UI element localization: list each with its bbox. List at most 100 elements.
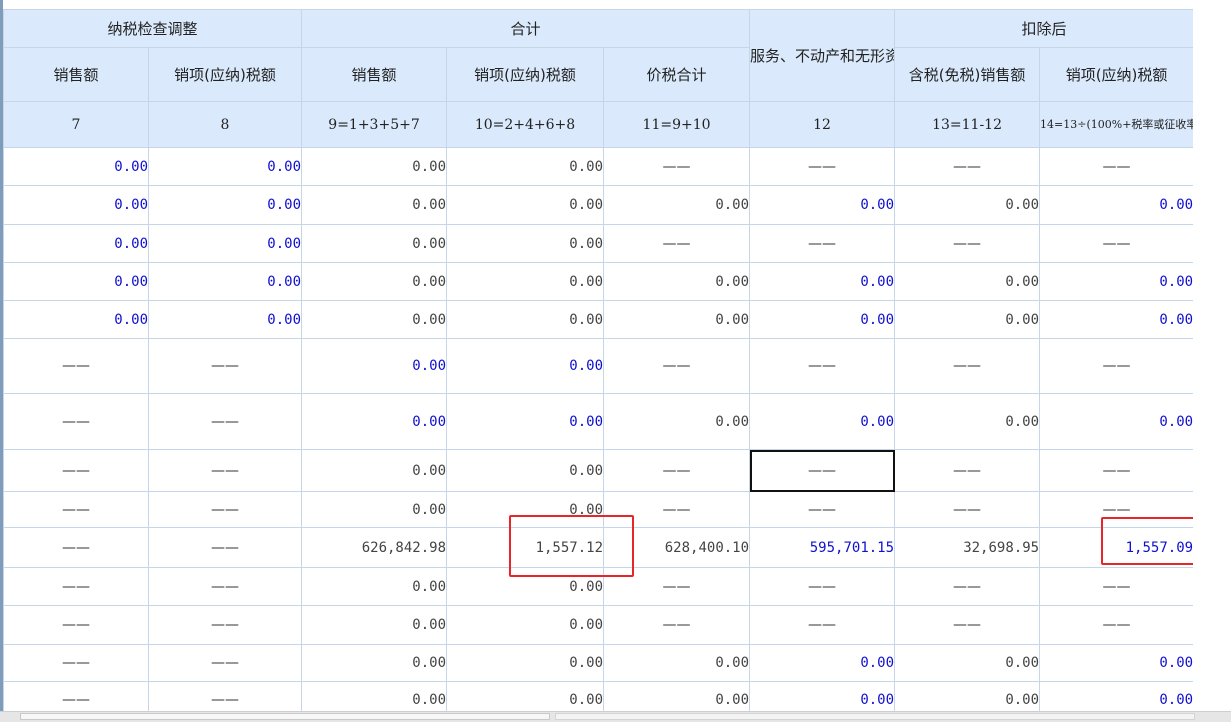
cell-row10-col8: —— <box>147 527 303 568</box>
cell-row6-col8: —— <box>147 338 303 394</box>
table-row: 0.00 0.00 0.00 0.00 0.00 0.00 0.00 0.00 <box>3 300 1195 339</box>
cell-row7-col14[interactable]: 0.00 <box>1039 393 1195 450</box>
cell-row5-col12[interactable]: 0.00 <box>749 300 896 339</box>
horizontal-scrollbar-thumb[interactable] <box>555 713 1195 720</box>
table-row: 0.00 0.00 0.00 0.00 0.00 0.00 0.00 0.00 <box>3 185 1195 225</box>
cell-row4-col13: 0.00 <box>894 262 1041 301</box>
cell-row2-col13: 0.00 <box>894 185 1041 225</box>
col-header-output-tax-8: 销项(应纳)税额 <box>147 47 303 102</box>
cell-row9-col14: —— <box>1039 491 1195 528</box>
cell-row3-col8[interactable]: 0.00 <box>147 224 303 263</box>
cell-row6-col7: —— <box>3 338 149 394</box>
cell-row12-col8: —— <box>147 605 303 645</box>
cell-row5-col14[interactable]: 0.00 <box>1039 300 1195 339</box>
cell-row2-col10: 0.00 <box>446 185 605 225</box>
cell-row3-col10: 0.00 <box>446 224 605 263</box>
cell-row5-col11: 0.00 <box>603 300 751 339</box>
cell-row12-col14: —— <box>1039 605 1195 645</box>
table-row: —— —— 0.00 0.00 —— —— —— —— <box>3 567 1195 606</box>
cell-row2-col9: 0.00 <box>301 185 448 225</box>
cell-row2-col11: 0.00 <box>603 185 751 225</box>
cell-row6-col10[interactable]: 0.00 <box>446 338 605 394</box>
cell-row4-col10: 0.00 <box>446 262 605 301</box>
cell-row13-col14[interactable]: 0.00 <box>1039 644 1195 682</box>
col-header-taxincl-sales-13: 含税(免税)销售额 <box>894 47 1041 102</box>
vat-declaration-table: 纳税检查调整 合计 服务、不动产和无形资产扣除项目本期实际扣除金额 扣除后 销售… <box>2 9 1195 719</box>
right-blank-area <box>1193 0 1231 721</box>
horizontal-scrollbar-track-left[interactable] <box>20 713 550 720</box>
cell-row6-col14: —— <box>1039 338 1195 394</box>
group-header-tax-inspection: 纳税检查调整 <box>2 9 303 48</box>
cell-row8-col11: —— <box>603 449 751 492</box>
cell-row7-col9[interactable]: 0.00 <box>301 393 448 450</box>
selected-cell[interactable]: —— <box>749 449 896 492</box>
formula-8: 8 <box>147 101 303 148</box>
cell-row3-col7[interactable]: 0.00 <box>3 224 149 263</box>
cell-row13-col12[interactable]: 0.00 <box>749 644 896 682</box>
cell-row5-col7[interactable]: 0.00 <box>3 300 149 339</box>
cell-row4-col7[interactable]: 0.00 <box>3 262 149 301</box>
cell-row12-col10: 0.00 <box>446 605 605 645</box>
cell-row2-col14[interactable]: 0.00 <box>1039 185 1195 225</box>
cell-row12-col11: —— <box>603 605 751 645</box>
table-row: —— —— 0.00 0.00 —— —— —— —— <box>3 605 1195 645</box>
cell-row9-col9: 0.00 <box>301 491 448 528</box>
cell-row11-col13: —— <box>894 567 1041 606</box>
cell-row6-col9[interactable]: 0.00 <box>301 338 448 394</box>
col-header-output-tax-14: 销项(应纳)税额 <box>1039 47 1195 102</box>
formula-7: 7 <box>3 101 149 148</box>
cell-row4-col12[interactable]: 0.00 <box>749 262 896 301</box>
cell-row3-col14: —— <box>1039 224 1195 263</box>
cell-row1-col8[interactable]: 0.00 <box>147 147 303 186</box>
cell-row8-col9: 0.00 <box>301 449 448 492</box>
cell-row1-col13: —— <box>894 147 1041 186</box>
col-header-sales-7: 销售额 <box>3 47 149 102</box>
cell-row7-col13: 0.00 <box>894 393 1041 450</box>
cell-row11-col11: —— <box>603 567 751 606</box>
cell-row10-col14[interactable]: 1,557.09 <box>1039 527 1195 568</box>
cell-row5-col8[interactable]: 0.00 <box>147 300 303 339</box>
cell-row6-col12: —— <box>749 338 896 394</box>
cell-row2-col12[interactable]: 0.00 <box>749 185 896 225</box>
cell-row4-col8[interactable]: 0.00 <box>147 262 303 301</box>
cell-row5-col13: 0.00 <box>894 300 1041 339</box>
cell-row4-col14[interactable]: 0.00 <box>1039 262 1195 301</box>
group-header-after-deduction: 扣除后 <box>894 9 1195 48</box>
col-header-output-tax-10: 销项(应纳)税额 <box>446 47 605 102</box>
table-row: 0.00 0.00 0.00 0.00 —— —— —— —— <box>3 147 1195 186</box>
formula-13: 13=11-12 <box>894 101 1041 148</box>
formula-9: 9=1+3+5+7 <box>301 101 448 148</box>
cell-row8-col14: —— <box>1039 449 1195 492</box>
formula-10: 10=2+4+6+8 <box>446 101 605 148</box>
cell-row10-col11: 628,400.10 <box>603 527 751 568</box>
cell-row12-col12: —— <box>749 605 896 645</box>
cell-row13-col9: 0.00 <box>301 644 448 682</box>
cell-row8-col7: —— <box>3 449 149 492</box>
cell-row2-col7[interactable]: 0.00 <box>3 185 149 225</box>
cell-row7-col10[interactable]: 0.00 <box>446 393 605 450</box>
col-header-sales-9: 销售额 <box>301 47 448 102</box>
table-row: —— —— 0.00 0.00 0.00 0.00 0.00 0.00 <box>3 644 1195 682</box>
cell-row2-col8[interactable]: 0.00 <box>147 185 303 225</box>
cell-row1-col7[interactable]: 0.00 <box>3 147 149 186</box>
cell-row8-col13: —— <box>894 449 1041 492</box>
cell-row3-col12: —— <box>749 224 896 263</box>
cell-row9-col10: 0.00 <box>446 491 605 528</box>
cell-row12-col9: 0.00 <box>301 605 448 645</box>
group-header-deduction-amount: 服务、不动产和无形资产扣除项目本期实际扣除金额 <box>749 9 896 102</box>
cell-row1-col12: —— <box>749 147 896 186</box>
cell-row11-col14: —— <box>1039 567 1195 606</box>
cell-row1-col10: 0.00 <box>446 147 605 186</box>
cell-row9-col7: —— <box>3 491 149 528</box>
cell-row4-col11: 0.00 <box>603 262 751 301</box>
table-row: —— —— 0.00 0.00 —— —— —— —— <box>3 338 1195 394</box>
cell-row11-col7: —— <box>3 567 149 606</box>
table-row: —— —— 626,842.98 1,557.12 628,400.10 595,701.… <box>3 527 1195 568</box>
cell-row10-col12[interactable]: 595,701.15 <box>749 527 896 568</box>
cell-row3-col9: 0.00 <box>301 224 448 263</box>
cell-row9-col8: —— <box>147 491 303 528</box>
cell-row12-col13: —— <box>894 605 1041 645</box>
cell-row8-col8: —— <box>147 449 303 492</box>
cell-row10-col9: 626,842.98 <box>301 527 448 568</box>
cell-row7-col12[interactable]: 0.00 <box>749 393 896 450</box>
